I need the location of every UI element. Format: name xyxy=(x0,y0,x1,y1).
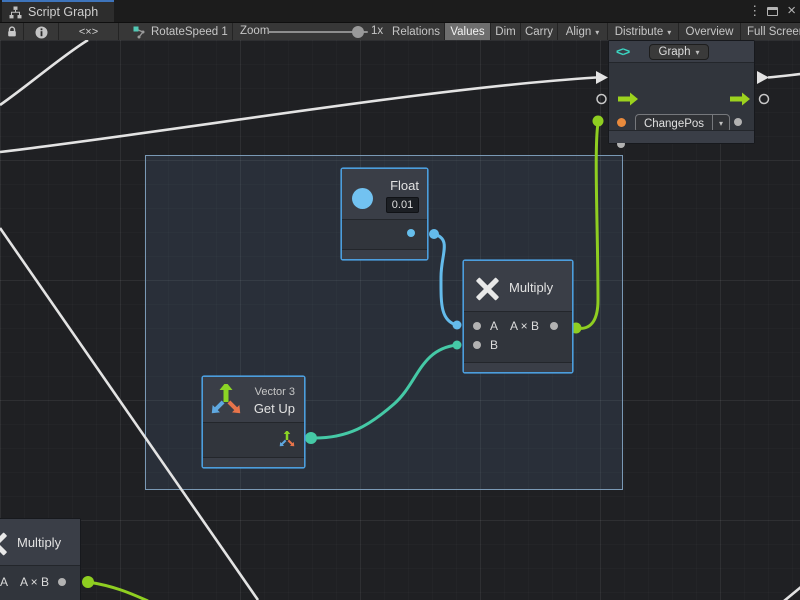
zoom-value: 1x xyxy=(371,25,383,37)
toolbar-button-fullscreen[interactable]: Full Screen xyxy=(741,23,800,41)
toolbar-button-values[interactable]: Values xyxy=(445,23,491,41)
tab-title: Script Graph xyxy=(28,5,98,19)
float-type-icon xyxy=(352,188,373,209)
window-controls: ⋮ × xyxy=(748,0,796,22)
port-ring xyxy=(597,95,606,104)
code-preview-button[interactable]: <×> xyxy=(59,23,119,41)
multiply-output-port[interactable] xyxy=(58,578,66,586)
graph-canvas[interactable]: Float 0.01 Multiply A A × B B xyxy=(0,40,800,600)
caret-down-icon: ▾ xyxy=(667,28,671,37)
port-label: A × B xyxy=(20,575,49,589)
vector3-output-port-icon[interactable] xyxy=(278,431,296,448)
vector3-icon xyxy=(209,384,243,416)
caret-down-icon: ▾ xyxy=(695,48,699,57)
variable-input-port[interactable] xyxy=(617,118,626,127)
toolbar-button-carry[interactable]: Carry xyxy=(521,23,558,41)
flow-arrowhead xyxy=(757,71,769,84)
toolbar-button-dim[interactable]: Dim xyxy=(491,23,521,41)
script-graph-window: Script Graph ⋮ × <×> xyxy=(0,0,800,600)
window-menu-icon[interactable]: ⋮ xyxy=(748,3,758,19)
caret-down-icon: ▾ xyxy=(595,28,599,37)
script-graph-icon xyxy=(9,6,22,19)
wire-white-topleft xyxy=(0,40,88,105)
wire-green-bottom xyxy=(88,582,148,600)
node-multiply[interactable]: Multiply A A × B B xyxy=(463,260,573,373)
zoom-label: Zoom xyxy=(240,25,269,37)
node-title: Float xyxy=(390,178,419,193)
toolbar-button-relations[interactable]: Relations xyxy=(388,23,445,41)
float-output-port[interactable] xyxy=(407,229,415,237)
port-label: A xyxy=(490,319,498,333)
port-label: A × B xyxy=(510,319,539,333)
port-label: A xyxy=(0,575,8,589)
multiply-input-a-port[interactable] xyxy=(473,322,481,330)
port-label: B xyxy=(490,338,498,352)
node-title: Get Up xyxy=(254,401,295,416)
graph-code-icon: <> xyxy=(616,44,629,59)
multiply-output-port[interactable] xyxy=(550,322,558,330)
flow-arrowhead xyxy=(596,71,608,84)
variable-output-port[interactable] xyxy=(734,118,742,126)
multiply-icon xyxy=(0,531,8,557)
toolbar-button-distribute[interactable]: Distribute▾ xyxy=(608,23,679,41)
wire-white-corner xyxy=(784,587,800,600)
graph-asset-icon xyxy=(132,25,147,39)
wire-white-right xyxy=(768,74,800,78)
graph-dropdown-button[interactable]: Graph ▾ xyxy=(649,44,709,60)
lock-icon xyxy=(6,26,18,38)
node-set-variable[interactable]: <> Graph ▾ ChangePos ▾ xyxy=(608,40,755,144)
graph-breadcrumb[interactable]: RotateSpeed 1 xyxy=(119,23,233,41)
node-type-label: Vector 3 xyxy=(255,386,295,398)
breadcrumb-label: RotateSpeed 1 xyxy=(151,26,228,38)
info-button[interactable] xyxy=(24,23,59,41)
node-title: Multiply xyxy=(17,535,61,550)
lock-button[interactable] xyxy=(0,23,24,41)
tab-script-graph[interactable]: Script Graph xyxy=(2,0,114,22)
wire-white-to-graph-node xyxy=(0,78,596,153)
node-multiply-partial[interactable]: Multiply A A × B xyxy=(0,518,81,600)
toolbar-button-overview[interactable]: Overview xyxy=(679,23,741,41)
toolbar: <×> RotateSpeed 1 Zoom 1x Relations Valu… xyxy=(0,22,800,40)
port-ring xyxy=(760,95,769,104)
multiply-icon xyxy=(474,276,500,302)
node-vector3-get-up[interactable]: Vector 3 Get Up xyxy=(202,376,305,468)
flow-input-arrow-icon xyxy=(618,93,638,106)
zoom-slider-handle[interactable] xyxy=(352,26,364,38)
float-value-input[interactable]: 0.01 xyxy=(386,197,419,213)
multiply-input-b-port[interactable] xyxy=(473,341,481,349)
flow-output-arrow-icon xyxy=(730,93,750,106)
flow-ports-row xyxy=(615,91,750,107)
maximize-icon[interactable] xyxy=(767,7,778,16)
titlebar: Script Graph ⋮ × xyxy=(0,0,800,22)
toolbar-button-align[interactable]: Align▾ xyxy=(558,23,608,41)
node-title: Multiply xyxy=(509,280,553,295)
node-float[interactable]: Float 0.01 xyxy=(341,168,428,260)
close-icon[interactable]: × xyxy=(787,6,796,16)
code-icon: <×> xyxy=(79,26,98,38)
info-icon xyxy=(35,26,48,39)
